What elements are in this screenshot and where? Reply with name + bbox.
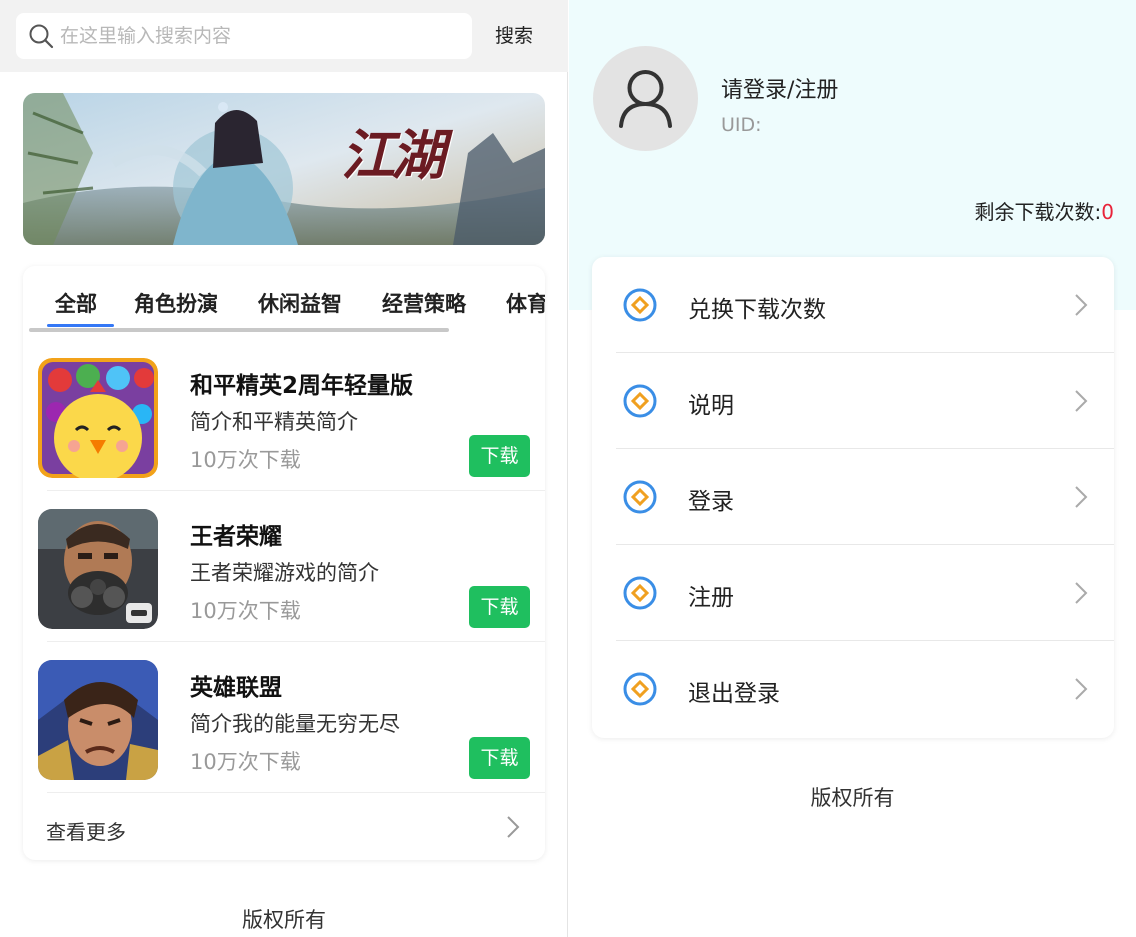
active-tab-indicator [47, 324, 114, 327]
app-list-item[interactable]: 英雄联盟 简介我的能量无穷无尽 10万次下载 下载 [23, 642, 545, 793]
menu-item-redeem-downloads[interactable]: 兑换下载次数 [592, 257, 1114, 353]
avatar[interactable] [593, 46, 698, 151]
menu-item-login[interactable]: 登录 [592, 449, 1114, 545]
download-button[interactable]: 下载 [469, 435, 530, 477]
app-name: 王者荣耀 [190, 524, 282, 550]
view-more-label: 查看更多 [46, 820, 126, 844]
menu-item-label: 退出登录 [688, 681, 780, 707]
view-more-row[interactable]: 查看更多 [23, 796, 545, 860]
chevron-right-icon [1075, 390, 1088, 412]
category-tabs: 全部 角色扮演 休闲益智 经营策略 体育 [23, 266, 545, 338]
uid-text: UID: [721, 114, 762, 136]
cartoon-chick-game-icon [38, 358, 158, 478]
download-button[interactable]: 下载 [469, 737, 530, 779]
user-icon [619, 70, 672, 128]
app-name: 英雄联盟 [190, 675, 282, 701]
remaining-downloads-count: 0 [1101, 200, 1114, 224]
search-button[interactable]: 搜索 [484, 13, 544, 59]
warrior-hero-game-icon [38, 660, 158, 780]
target-diamond-icon [623, 288, 657, 322]
app-root: 搜索 [0, 0, 1136, 937]
remaining-downloads-label: 剩余下载次数: [974, 200, 1102, 224]
search-icon [29, 24, 54, 49]
gas-mask-soldier-game-icon [38, 509, 158, 629]
remaining-downloads: 剩余下载次数:0 [975, 196, 1114, 225]
app-download-count: 10万次下载 [190, 750, 301, 774]
download-button[interactable]: 下载 [469, 586, 530, 628]
target-diamond-icon [623, 576, 657, 610]
row-divider [47, 792, 545, 793]
chevron-right-icon [1075, 582, 1088, 604]
banner-title: 江湖 [341, 123, 445, 187]
app-description: 简介和平精英简介 [190, 410, 358, 434]
app-list-card: 全部 角色扮演 休闲益智 经营策略 体育 和平精英2周年轻量版 简介和平精英简介… [23, 266, 545, 860]
chevron-right-icon [1075, 294, 1088, 316]
menu-item-instructions[interactable]: 说明 [592, 353, 1114, 449]
menu-item-label: 说明 [688, 393, 734, 419]
promo-banner[interactable]: 江湖 [23, 93, 545, 245]
search-box[interactable] [16, 13, 472, 59]
tabs-scroll-track[interactable] [29, 328, 449, 332]
app-download-count: 10万次下载 [190, 448, 301, 472]
menu-item-label: 登录 [688, 489, 734, 515]
tab-role-playing[interactable]: 角色扮演 [134, 288, 218, 318]
target-diamond-icon [623, 384, 657, 418]
target-diamond-icon [623, 480, 657, 514]
tab-all[interactable]: 全部 [55, 288, 97, 318]
tab-casual-puzzle[interactable]: 休闲益智 [258, 288, 342, 318]
tab-strategy[interactable]: 经营策略 [382, 288, 466, 318]
search-bar: 搜索 [0, 0, 568, 72]
login-register-link[interactable]: 请登录/注册 [721, 72, 838, 104]
menu-item-label: 注册 [688, 585, 734, 611]
target-diamond-icon [623, 672, 657, 706]
app-list-item[interactable]: 王者荣耀 王者荣耀游戏的简介 10万次下载 下载 [23, 491, 545, 642]
app-description: 王者荣耀游戏的简介 [190, 561, 379, 585]
tab-sports[interactable]: 体育 [506, 288, 545, 318]
copyright-footer: 版权所有 [242, 908, 326, 932]
chevron-right-icon [1075, 678, 1088, 700]
profile-pane: 请登录/注册 UID: 剩余下载次数:0 兑换下载次数 说明 登录 注册 退出登… [569, 0, 1136, 937]
banner-artwork [23, 93, 545, 245]
app-description: 简介我的能量无穷无尽 [190, 712, 400, 736]
search-input[interactable] [60, 13, 460, 59]
app-name: 和平精英2周年轻量版 [190, 373, 414, 399]
menu-item-logout[interactable]: 退出登录 [592, 641, 1114, 737]
menu-item-register[interactable]: 注册 [592, 545, 1114, 641]
chevron-right-icon [507, 816, 520, 838]
uid-label: UID: [721, 114, 762, 136]
menu-item-label: 兑换下载次数 [688, 297, 826, 323]
copyright-footer: 版权所有 [810, 786, 895, 810]
app-download-count: 10万次下载 [190, 599, 301, 623]
app-list-item[interactable]: 和平精英2周年轻量版 简介和平精英简介 10万次下载 下载 [23, 340, 545, 491]
chevron-right-icon [1075, 486, 1088, 508]
home-pane: 搜索 [0, 0, 568, 937]
profile-menu: 兑换下载次数 说明 登录 注册 退出登录 [592, 257, 1114, 738]
